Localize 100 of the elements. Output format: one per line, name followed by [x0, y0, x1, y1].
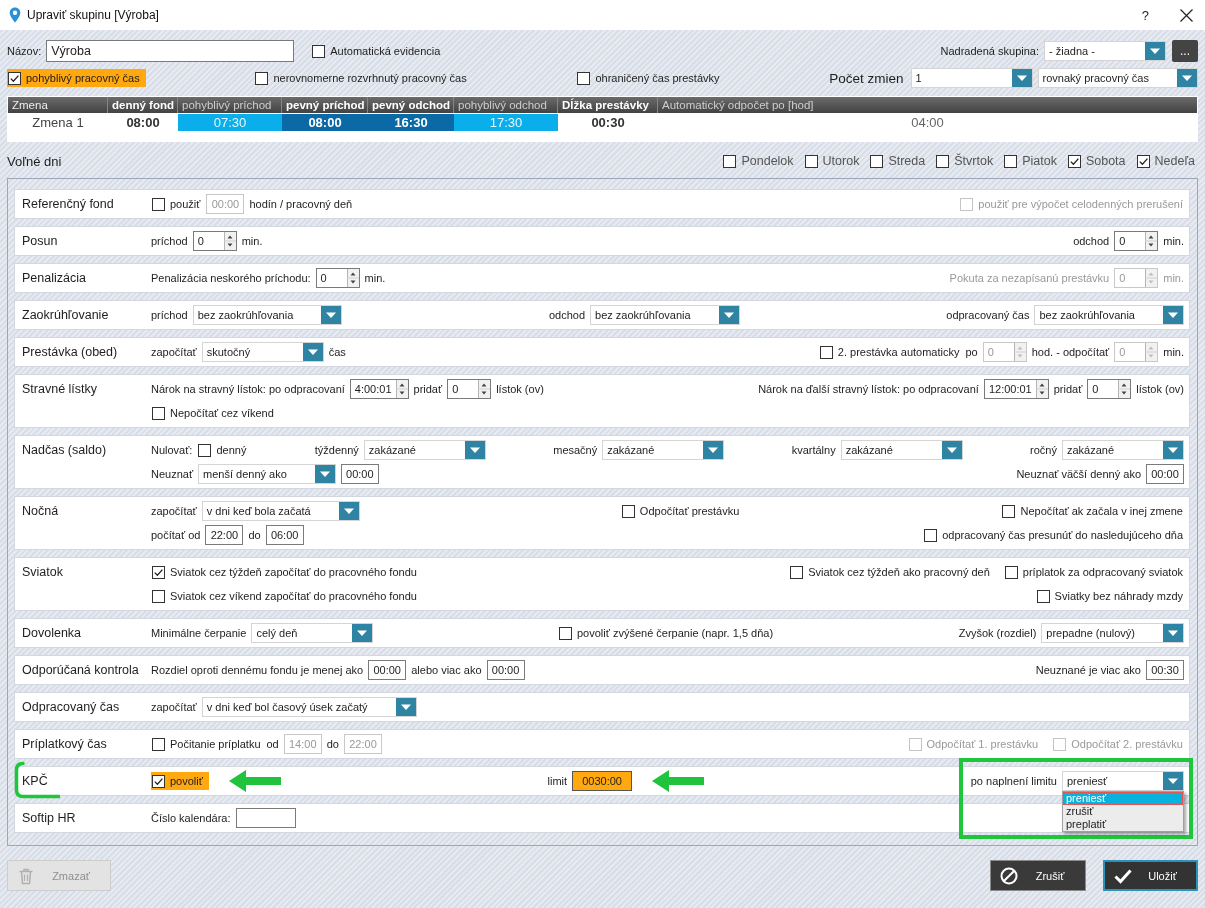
- dropdown[interactable]: preniesť: [1062, 771, 1184, 791]
- annotation-arrow: [228, 770, 281, 792]
- dropdown[interactable]: menší denný ako: [198, 464, 336, 484]
- section-title: Sviatok: [22, 565, 63, 579]
- dropdown[interactable]: celý deň: [251, 623, 374, 643]
- spin-box[interactable]: 0: [447, 379, 492, 399]
- checkbox[interactable]: Sviatok cez týždeň započítať do pracovného fondu: [151, 563, 418, 581]
- checkbox[interactable]: Odpočítať prestávku: [620, 502, 741, 520]
- checkbox[interactable]: Sviatok cez týždeň ako pracovný deň: [789, 563, 991, 581]
- checkbox[interactable]: Nedeľa: [1135, 152, 1196, 170]
- column-header: Zmena: [8, 97, 108, 113]
- spin-box[interactable]: 0: [192, 231, 237, 251]
- dropdown[interactable]: prepadne (nulový): [1041, 623, 1184, 643]
- checkbox[interactable]: Pondelok: [722, 152, 795, 170]
- field-label: ročný: [1030, 444, 1057, 456]
- field-label: kvartálny: [791, 444, 836, 456]
- save-button[interactable]: Uložiť: [1103, 860, 1198, 891]
- time-field[interactable]: 00:00: [368, 660, 407, 680]
- checkbox[interactable]: Sviatok cez víkend započítať do pracovného fondu: [151, 587, 418, 605]
- field-label: limit: [547, 775, 568, 787]
- checkbox[interactable]: Piatok: [1003, 152, 1058, 170]
- dropdown[interactable]: skutočný: [201, 342, 324, 362]
- stepper-icon[interactable]: [1035, 380, 1048, 398]
- stepper-icon[interactable]: [1145, 232, 1158, 250]
- checkbox[interactable]: Sobota: [1066, 152, 1127, 170]
- dropdown[interactable]: bez zaokrúhľovania: [1034, 305, 1184, 325]
- section-title: Posun: [22, 234, 58, 248]
- field-label: Počet zmien: [829, 70, 904, 86]
- checkbox[interactable]: Automatická evidencia: [311, 42, 442, 60]
- field-label: Rozdiel oproti dennému fondu je menej ako: [151, 664, 364, 676]
- stepper-icon[interactable]: [223, 232, 236, 250]
- field-label: do: [248, 529, 261, 541]
- checkbox[interactable]: Sviatky bez náhrady mzdy: [1035, 587, 1184, 605]
- dropdown[interactable]: v dni keď bol časový úsek začatý: [201, 697, 417, 717]
- checkbox[interactable]: Streda: [869, 152, 927, 170]
- dropdown[interactable]: - žiadna -: [1044, 41, 1166, 61]
- stepper-icon[interactable]: [346, 269, 359, 287]
- stepper-icon[interactable]: [395, 380, 408, 398]
- column-header: pevný príchod: [282, 97, 368, 113]
- checkbox[interactable]: ohraničený čas prestávky: [576, 69, 721, 87]
- dropdown-option[interactable]: zrušiť: [1063, 805, 1183, 818]
- close-icon[interactable]: [1180, 8, 1193, 22]
- checkbox[interactable]: Nepočítať ak začala v inej zmene: [1001, 502, 1184, 520]
- checkbox[interactable]: nerovnomerne rozvrhnutý pracovný čas: [254, 69, 468, 87]
- checkbox[interactable]: príplatok za odpracovaný sviatok: [1003, 563, 1184, 581]
- spin-box[interactable]: 0: [1114, 231, 1159, 251]
- checkbox[interactable]: použiť: [151, 195, 202, 213]
- checkbox[interactable]: Počitanie príplatku: [151, 735, 262, 753]
- field-label: alebo viac ako: [411, 664, 482, 676]
- spin-box[interactable]: 4:00:01: [349, 379, 409, 399]
- dropdown[interactable]: rovnaký pracovný čas: [1037, 68, 1198, 88]
- time-field[interactable]: 00:00: [1146, 464, 1184, 484]
- column-header: pohyblivý príchod: [178, 97, 282, 113]
- field-label: mesačný: [553, 444, 598, 456]
- section-title: Softip HR: [22, 811, 76, 825]
- section-title: Zaokrúhľovanie: [22, 308, 109, 322]
- checkbox[interactable]: povoliť zvýšené čerpanie (napr. 1,5 dňa): [557, 624, 775, 642]
- column-header: Automatický odpočet po [hod]: [661, 98, 815, 113]
- cancel-button[interactable]: Zrušiť: [990, 860, 1086, 891]
- time-field[interactable]: 22:00: [205, 525, 244, 545]
- stepper-icon[interactable]: [478, 380, 491, 398]
- dropdown[interactable]: 1: [910, 68, 1033, 88]
- field-label: odchod: [548, 309, 586, 321]
- dropdown[interactable]: zakázané: [602, 440, 725, 460]
- dropdown[interactable]: zakázané: [363, 440, 486, 460]
- spin-box[interactable]: 12:00:01: [983, 379, 1049, 399]
- help-button[interactable]: ?: [1141, 7, 1149, 23]
- input-field[interactable]: [235, 808, 296, 828]
- more-button[interactable]: ...: [1172, 40, 1198, 62]
- checkbox[interactable]: povoliť: [151, 772, 209, 790]
- field-label: min.: [364, 272, 386, 284]
- checkbox[interactable]: Utorok: [803, 152, 861, 170]
- field-label: započítať: [151, 346, 197, 358]
- time-field[interactable]: 00:30: [1146, 660, 1184, 680]
- checkbox[interactable]: Nepočítať cez víkend: [151, 404, 275, 422]
- dropdown[interactable]: bez zaokrúhľovania: [192, 305, 343, 325]
- stepper-icon[interactable]: [1118, 380, 1131, 398]
- field-label: po: [965, 346, 978, 358]
- dropdown[interactable]: v dni keď bola začatá: [201, 501, 360, 521]
- checkbox[interactable]: 2. prestávka automaticky: [818, 343, 961, 361]
- checkbox[interactable]: denný: [197, 441, 248, 459]
- dropdown[interactable]: bez zaokrúhľovania: [590, 305, 740, 325]
- dropdown-option[interactable]: preplatiť: [1063, 818, 1183, 831]
- field-label: hod. - odpočítať: [1031, 346, 1110, 358]
- time-field[interactable]: 00:00: [486, 660, 525, 680]
- spin-box[interactable]: 0: [1087, 379, 1132, 399]
- checkbox[interactable]: Štvrtok: [935, 152, 995, 170]
- time-field[interactable]: 06:00: [265, 525, 304, 545]
- time-field[interactable]: 0030:00: [572, 771, 633, 791]
- section-title: Nadčas (saldo): [22, 443, 107, 457]
- time-field[interactable]: 00:00: [340, 464, 379, 484]
- table-cell-text: 04:00: [910, 114, 945, 131]
- dropdown[interactable]: zakázané: [1061, 440, 1184, 460]
- checkbox[interactable]: odpracovaný čas presunúť do nasledujúceho dňa: [923, 526, 1184, 544]
- input-field[interactable]: Výroba: [46, 40, 295, 62]
- spin-box[interactable]: 0: [315, 268, 360, 288]
- checkbox[interactable]: pohyblivý pracovný čas: [7, 69, 146, 87]
- dropdown[interactable]: zakázané: [840, 440, 963, 460]
- section-title: Odpracovaný čas: [22, 700, 120, 714]
- table-cell: 08:00: [282, 114, 368, 131]
